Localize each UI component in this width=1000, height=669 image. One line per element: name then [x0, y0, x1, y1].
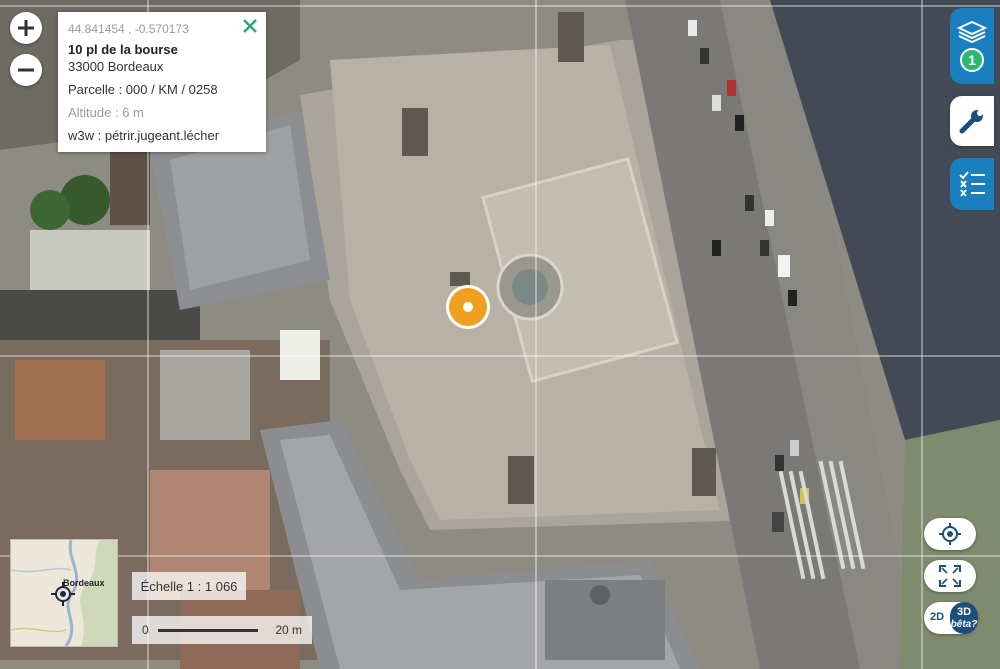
beta-label: bêta?	[950, 619, 978, 630]
popup-address-street: 10 pl de la bourse	[68, 42, 178, 57]
tools-button[interactable]	[950, 96, 994, 146]
scale-line	[158, 629, 258, 632]
zoom-in-button[interactable]	[10, 12, 42, 44]
layers-count-badge: 1	[960, 48, 984, 72]
fullscreen-button[interactable]	[924, 560, 976, 592]
scale-bar: 0 20 m	[132, 616, 312, 644]
location-info-popup: 44.841454 , -0.570173 10 pl de la bourse…	[58, 12, 266, 152]
wrench-icon	[959, 110, 983, 134]
legend-button[interactable]	[950, 158, 994, 210]
minus-icon	[18, 68, 34, 72]
close-icon[interactable]	[242, 18, 258, 34]
crosshair-icon	[939, 523, 961, 545]
view-3d-option[interactable]: 3D bêta?	[950, 602, 978, 634]
view-3d-label: 3D	[956, 606, 972, 618]
popup-altitude: Altitude : 6 m	[68, 105, 144, 120]
zoom-out-button[interactable]	[10, 54, 42, 86]
scale-end-label: 20 m	[275, 623, 302, 637]
scale-start-label: 0	[142, 623, 149, 637]
scale-ratio: Échelle 1 : 1 066	[132, 572, 246, 600]
overview-minimap[interactable]: Bordeaux	[10, 539, 118, 647]
popup-w3w: w3w : pétrir.jugeant.lécher	[68, 128, 220, 143]
popup-address-city: 33000 Bordeaux	[68, 59, 164, 74]
popup-coordinates: 44.841454 , -0.570173	[68, 22, 189, 36]
fullscreen-icon	[939, 565, 961, 587]
layers-icon	[957, 20, 987, 44]
view-2d-option[interactable]: 2D	[930, 611, 944, 623]
geolocate-button[interactable]	[924, 518, 976, 550]
view-mode-toggle[interactable]: 2D 3D bêta?	[924, 602, 978, 634]
popup-parcel: Parcelle : 000 / KM / 0258	[68, 82, 218, 97]
layers-button[interactable]: 1	[950, 8, 994, 84]
minimap-crosshair-icon	[51, 582, 75, 606]
location-marker-icon[interactable]	[444, 283, 492, 331]
plus-icon	[18, 20, 34, 36]
list-icon	[959, 171, 985, 197]
